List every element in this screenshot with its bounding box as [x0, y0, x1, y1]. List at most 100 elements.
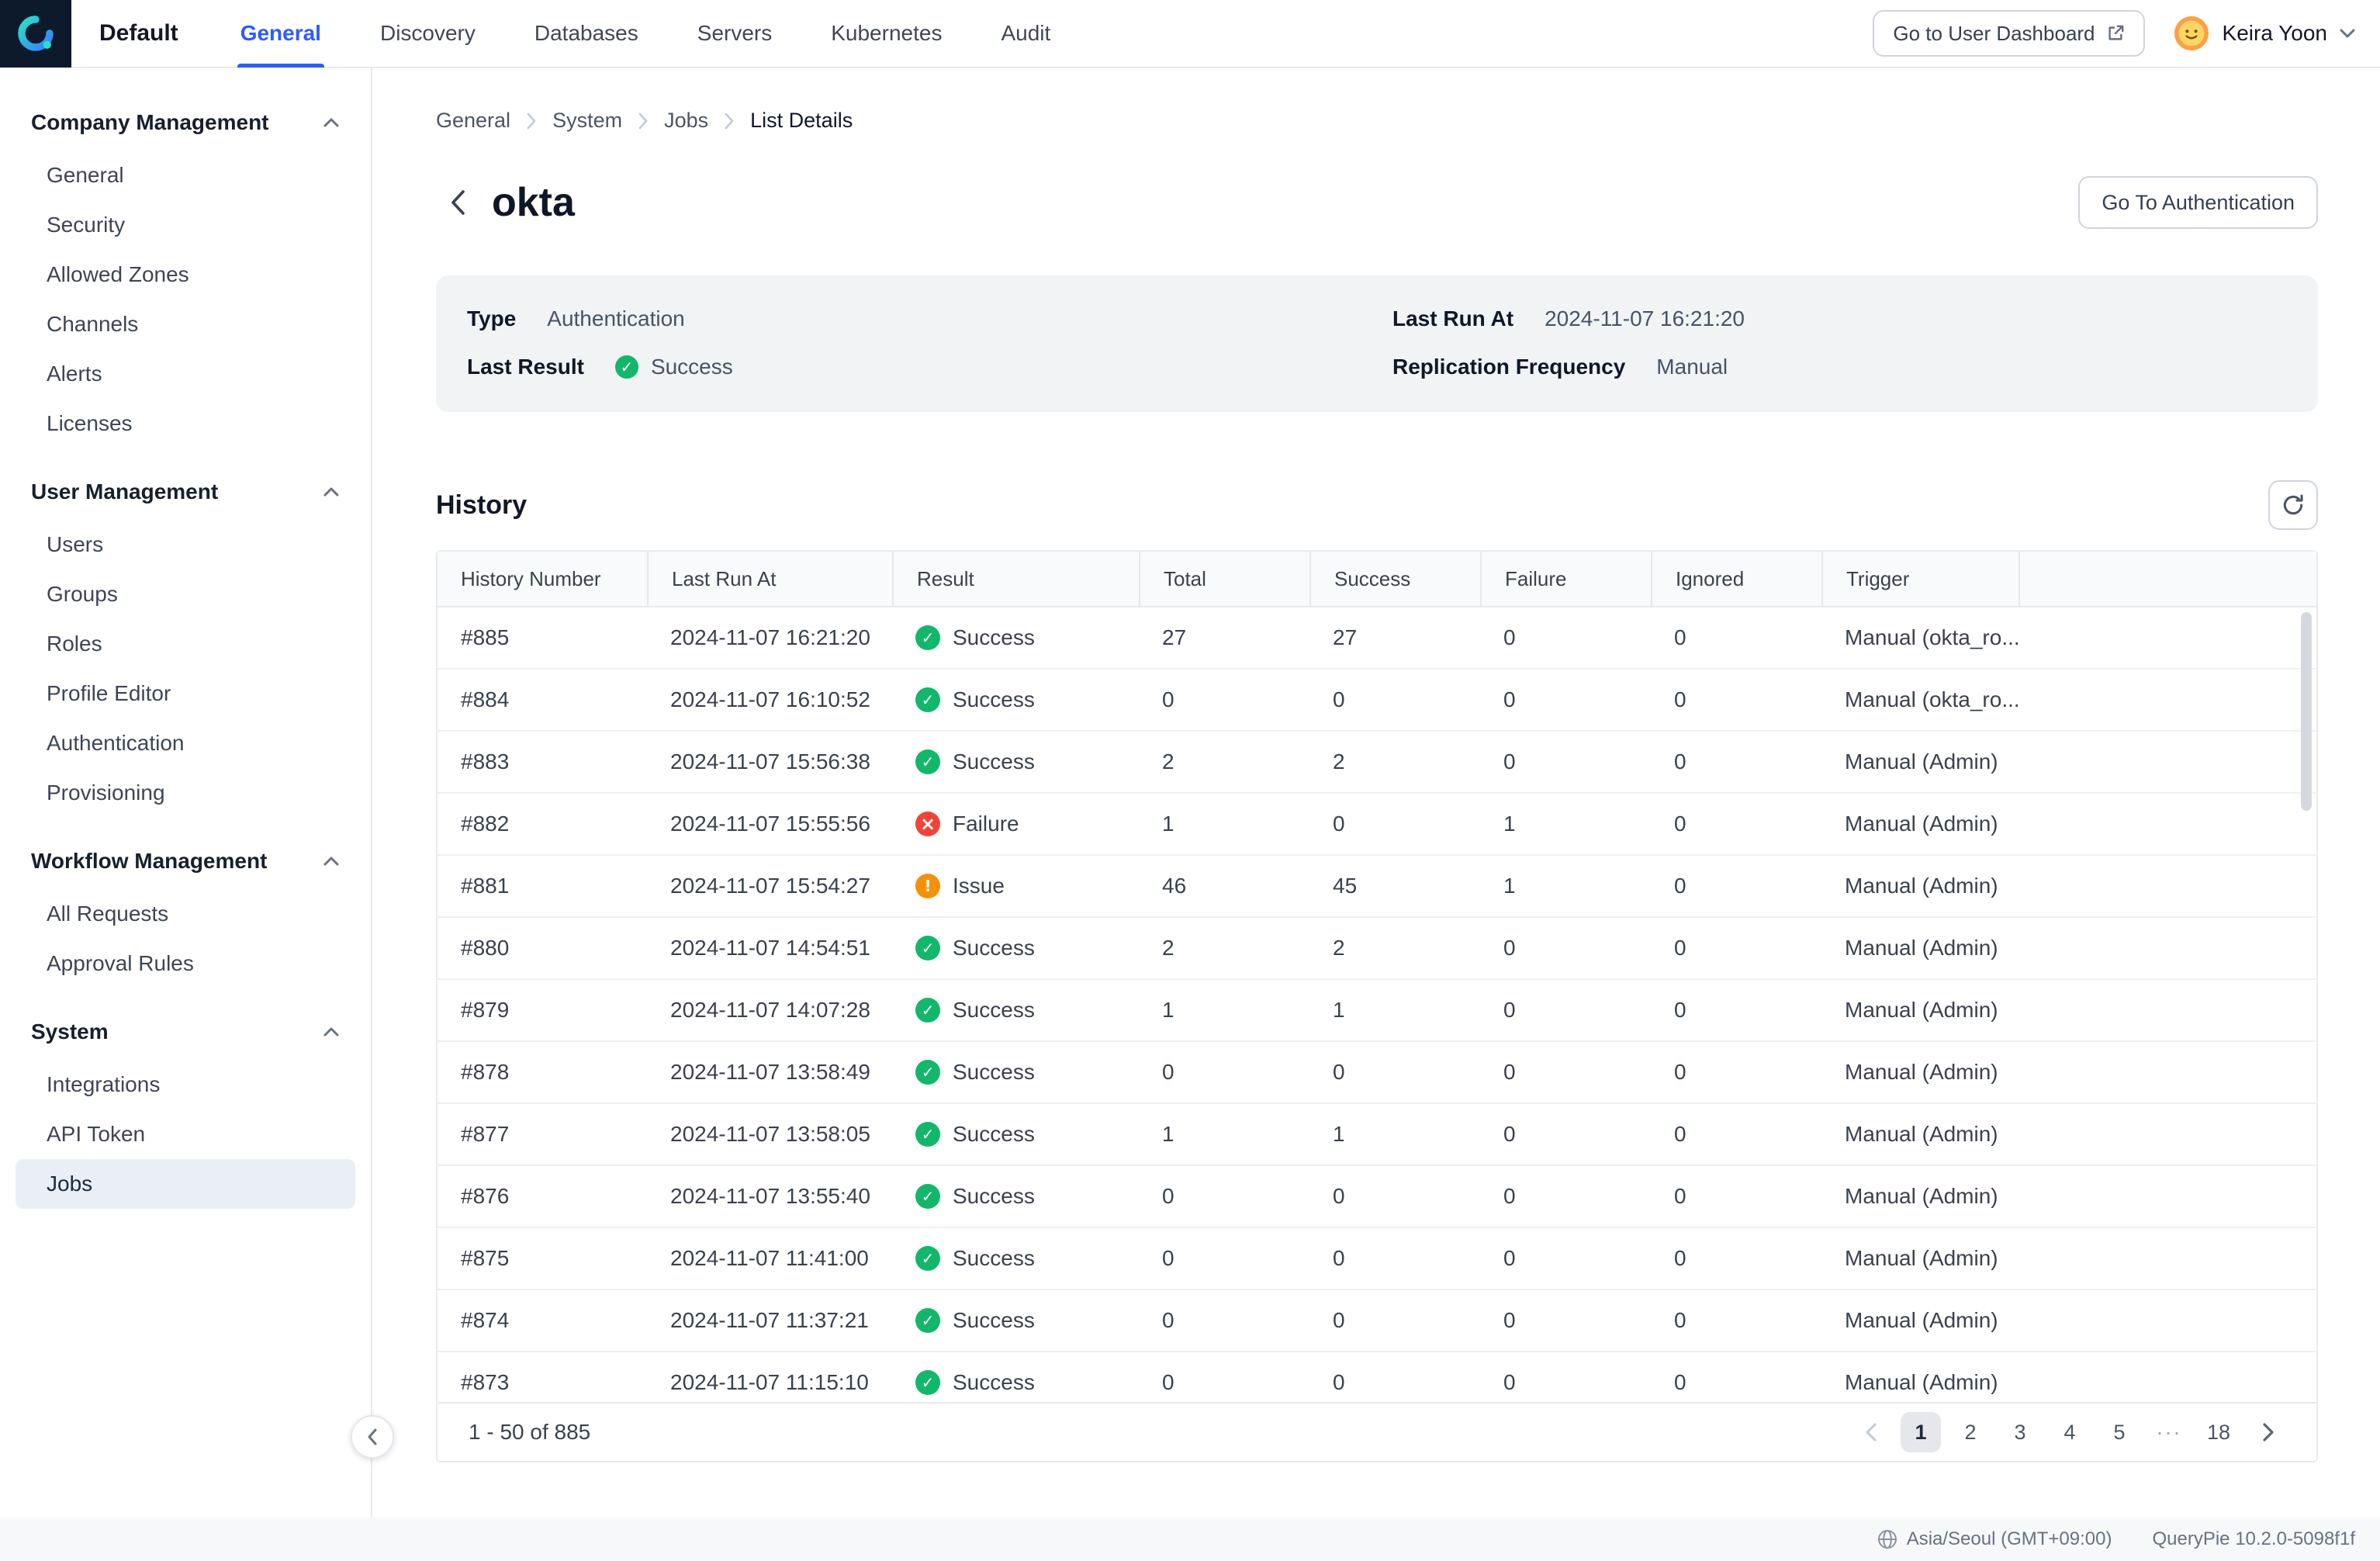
- cell-history-number: #879: [461, 998, 510, 1022]
- table-row: #875 2024-11-07 11:41:00 Success 0 0 0 0…: [438, 1228, 2316, 1290]
- page-button-5[interactable]: 5: [2099, 1412, 2140, 1452]
- tab-databases[interactable]: Databases: [531, 0, 642, 67]
- tab-servers[interactable]: Servers: [694, 0, 775, 67]
- table-row: #880 2024-11-07 14:54:51 Success 2 2 0 0…: [438, 918, 2316, 980]
- table-row: #883 2024-11-07 15:56:38 Success 2 2 0 0…: [438, 732, 2316, 794]
- sidebar-item-api-token[interactable]: API Token: [16, 1109, 355, 1159]
- cell-empty: [2019, 794, 2316, 854]
- section-header-system[interactable]: System: [0, 1016, 371, 1047]
- tab-general[interactable]: General: [237, 0, 325, 67]
- section-header-workflow-management[interactable]: Workflow Management: [0, 846, 371, 877]
- chevron-right-icon: [527, 112, 536, 129]
- sidebar-item-general[interactable]: General: [16, 151, 355, 200]
- cell-result: Success: [892, 1166, 1139, 1227]
- result-label: Success: [953, 1370, 1035, 1394]
- result-label: Success: [953, 1308, 1035, 1332]
- cell-total: 46: [1162, 874, 1187, 898]
- cell-ignored: 0: [1674, 1370, 1686, 1394]
- sidebar-item-authentication[interactable]: Authentication: [16, 718, 355, 768]
- sidebar-collapse-button[interactable]: [351, 1415, 394, 1459]
- querypie-logo[interactable]: [0, 0, 71, 67]
- table-row: #884 2024-11-07 16:10:52 Success 0 0 0 0…: [438, 670, 2316, 732]
- sidebar-item-provisioning[interactable]: Provisioning: [16, 768, 355, 818]
- sidebar-item-users[interactable]: Users: [16, 520, 355, 569]
- section-header-user-management[interactable]: User Management: [0, 476, 371, 507]
- go-to-user-dashboard-button[interactable]: Go to User Dashboard: [1873, 10, 2145, 57]
- back-button[interactable]: [436, 181, 479, 224]
- table-body: #885 2024-11-07 16:21:20 Success 27 27 0…: [438, 607, 2316, 1402]
- cell-result: Success: [892, 732, 1139, 792]
- result-status-icon: [915, 874, 940, 898]
- sidebar-item-profile-editor[interactable]: Profile Editor: [16, 669, 355, 718]
- sidebar-item-allowed-zones[interactable]: Allowed Zones: [16, 250, 355, 299]
- chevron-up-icon: [323, 118, 339, 127]
- cell-success: 2: [1333, 749, 1345, 774]
- user-menu[interactable]: Keira Yoon: [2173, 15, 2355, 52]
- sidebar-item-approval-rules[interactable]: Approval Rules: [16, 939, 355, 988]
- cell-trigger: Manual (Admin): [1845, 874, 1998, 898]
- tab-audit[interactable]: Audit: [998, 0, 1053, 67]
- sidebar-item-licenses[interactable]: Licenses: [16, 399, 355, 448]
- chevron-left-icon: [451, 190, 465, 215]
- cell-history-number: #874: [461, 1308, 510, 1332]
- cell-last-run-at: 2024-11-07 14:54:51: [670, 936, 870, 960]
- tab-kubernetes[interactable]: Kubernetes: [828, 0, 945, 67]
- page-button-18[interactable]: 18: [2198, 1412, 2239, 1452]
- col-header-last-run-at: Last Run At: [647, 552, 892, 606]
- sidebar-item-security[interactable]: Security: [16, 200, 355, 250]
- page-button-1[interactable]: 1: [1901, 1412, 1941, 1452]
- col-header-history-number: History Number: [461, 566, 601, 590]
- cell-success: 0: [1333, 1370, 1345, 1394]
- sidebar-item-integrations[interactable]: Integrations: [16, 1060, 355, 1109]
- breadcrumb-system[interactable]: System: [552, 109, 622, 133]
- prev-page-button[interactable]: [1851, 1412, 1891, 1452]
- result-status-icon: [915, 1122, 940, 1147]
- result-label: Success: [953, 998, 1035, 1022]
- cell-trigger: Manual (okta_ro...: [1845, 625, 2019, 649]
- result-status-icon: [915, 749, 940, 774]
- sidebar-item-all-requests[interactable]: All Requests: [16, 889, 355, 939]
- cell-result: Failure: [892, 794, 1139, 854]
- section-title: Company Management: [31, 110, 269, 134]
- sidebar-section-user-management: User Management Users Groups Roles Profi…: [0, 476, 371, 818]
- breadcrumb-general[interactable]: General: [436, 109, 510, 133]
- replication-frequency-label: Replication Frequency: [1392, 355, 1626, 379]
- sidebar-item-roles[interactable]: Roles: [16, 619, 355, 669]
- sidebar-item-alerts[interactable]: Alerts: [16, 349, 355, 399]
- refresh-button[interactable]: [2268, 480, 2318, 530]
- cell-result: Success: [892, 1104, 1139, 1165]
- breadcrumb-jobs[interactable]: Jobs: [664, 109, 708, 133]
- result-label: Issue: [953, 874, 1005, 898]
- table-scrollbar[interactable]: [2301, 612, 2312, 811]
- sidebar-item-channels[interactable]: Channels: [16, 299, 355, 349]
- cell-success: 2: [1333, 936, 1345, 960]
- cell-ignored: 0: [1674, 998, 1686, 1022]
- cell-trigger: Manual (Admin): [1845, 998, 1998, 1022]
- cell-empty: [2019, 670, 2316, 730]
- page-button-2[interactable]: 2: [1950, 1412, 1991, 1452]
- cell-ignored: 0: [1674, 1246, 1686, 1270]
- last-result-text: Success: [650, 355, 733, 379]
- cell-last-run-at: 2024-11-07 13:58:05: [670, 1122, 870, 1146]
- next-page-button[interactable]: [2248, 1412, 2288, 1452]
- page-button-3[interactable]: 3: [2000, 1412, 2040, 1452]
- cell-failure: 0: [1503, 749, 1516, 774]
- col-header-total: Total: [1139, 552, 1309, 606]
- cell-total: 0: [1162, 687, 1174, 711]
- cell-result: Issue: [892, 856, 1139, 916]
- cell-empty: [2019, 1228, 2316, 1289]
- cell-trigger: Manual (Admin): [1845, 1370, 1998, 1394]
- page-button-4[interactable]: 4: [2050, 1412, 2090, 1452]
- tab-discovery[interactable]: Discovery: [377, 0, 479, 67]
- section-header-company-management[interactable]: Company Management: [0, 107, 371, 138]
- sidebar-item-groups[interactable]: Groups: [16, 569, 355, 619]
- table-row: #873 2024-11-07 11:15:10 Success 0 0 0 0…: [438, 1352, 2316, 1402]
- sidebar-item-jobs[interactable]: Jobs: [16, 1159, 355, 1209]
- cell-history-number: #877: [461, 1122, 510, 1146]
- cell-last-run-at: 2024-11-07 15:54:27: [670, 874, 870, 898]
- go-to-authentication-button[interactable]: Go To Authentication: [2078, 176, 2318, 229]
- col-header-trigger: Trigger: [1821, 552, 2019, 606]
- job-info-panel: Type Authentication Last Result Success …: [436, 275, 2318, 412]
- cell-failure: 0: [1503, 936, 1516, 960]
- cell-ignored: 0: [1674, 1308, 1686, 1332]
